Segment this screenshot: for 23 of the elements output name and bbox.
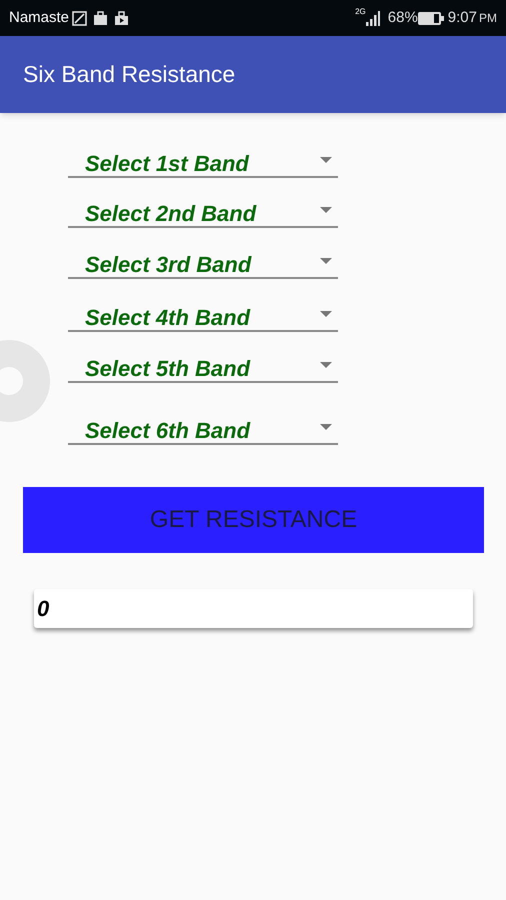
band-dropdown[interactable]: Select 3rd Band: [68, 251, 338, 279]
dropdown-arrow-icon: [320, 157, 332, 163]
app-title: Six Band Resistance: [23, 60, 236, 90]
dropdown-arrow-icon: [320, 424, 332, 430]
result-field[interactable]: 0: [34, 589, 473, 628]
dropdown-arrow-icon: [320, 207, 332, 213]
carrier-text: Namaste: [9, 8, 70, 28]
band-dropdown[interactable]: Select 1st Band: [68, 150, 338, 178]
band-dropdown[interactable]: Select 4th Band: [68, 304, 338, 332]
image-icon: [72, 10, 88, 26]
dropdown-arrow-icon: [320, 311, 332, 317]
band-dropdown[interactable]: Select 5th Band: [68, 355, 338, 383]
briefcase-icon: [93, 10, 108, 26]
play-bag-icon: [114, 10, 130, 26]
clock-text: 9:07 PM: [448, 8, 497, 28]
network-type-text: 2G: [355, 6, 366, 18]
battery-icon: [418, 12, 444, 24]
band-dropdown[interactable]: Select 6th Band: [68, 417, 338, 445]
signal-icon: [366, 10, 380, 26]
dropdown-arrow-icon: [320, 258, 332, 264]
battery-percent-text: 68%: [388, 8, 418, 28]
band-dropdown[interactable]: Select 2nd Band: [68, 200, 338, 228]
dropdown-arrow-icon: [320, 362, 332, 368]
